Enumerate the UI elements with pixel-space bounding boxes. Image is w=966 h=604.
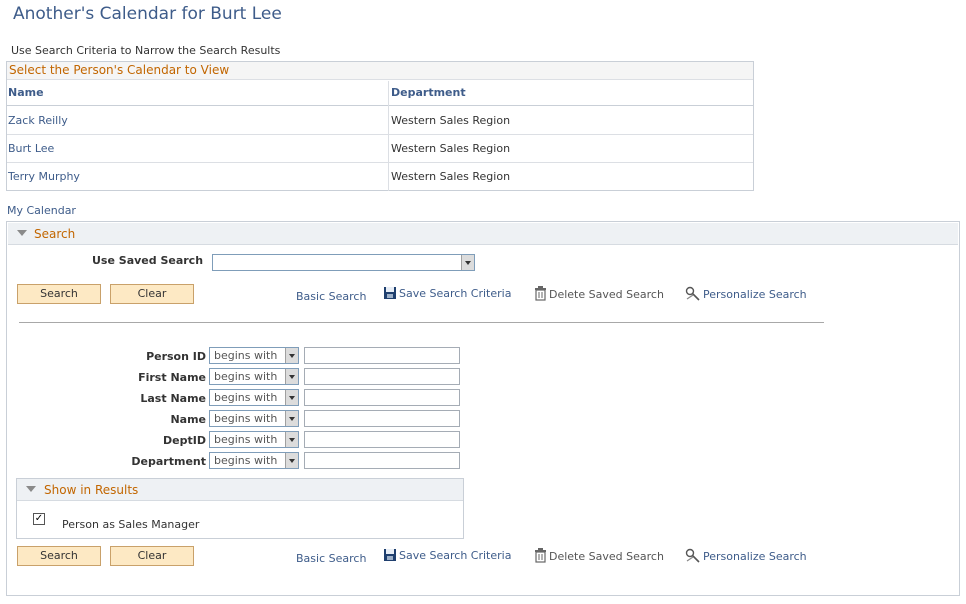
personalize-tools-icon [685,286,701,304]
chevron-down-icon[interactable] [285,411,298,426]
operator-value: begins with [214,349,278,362]
save-disk-icon [383,548,397,565]
sales-manager-label: Person as Sales Manager [62,518,200,531]
show-in-results-title[interactable]: Show in Results [44,483,138,497]
saved-search-label: Use Saved Search [92,254,204,267]
save-search-criteria-link[interactable]: Save Search Criteria [399,287,511,300]
person-link[interactable]: Terry Murphy [8,170,80,183]
criteria-label-person-id: Person ID [146,350,206,363]
grid-caption: Select the Person's Calendar to View [7,62,753,80]
personalize-search[interactable]: Personalize Search [685,286,807,304]
trash-icon [534,286,547,304]
criteria-label-name: Name [170,413,206,426]
chevron-down-icon[interactable] [285,432,298,447]
clear-button[interactable]: Clear [110,284,194,304]
first-name-input[interactable] [304,368,460,385]
collapse-triangle-icon[interactable] [26,486,36,492]
personalize-search-link[interactable]: Personalize Search [703,550,807,563]
save-search-criteria-bottom[interactable]: Save Search Criteria [383,548,511,565]
department-cell: Western Sales Region [391,114,511,127]
save-disk-icon [383,286,397,303]
operator-select-last-name[interactable]: begins with [209,389,299,406]
search-panel [6,221,960,596]
show-in-results-header[interactable]: Show in Results [17,479,463,501]
divider [19,322,824,323]
operator-select-first-name[interactable]: begins with [209,368,299,385]
delete-saved-search-link[interactable]: Delete Saved Search [549,288,664,301]
table-row: Burt Lee Western Sales Region [7,135,753,163]
search-button[interactable]: Search [17,284,101,304]
operator-value: begins with [214,391,278,404]
instructions-text: Use Search Criteria to Narrow the Search… [11,44,281,57]
operator-value: begins with [214,370,278,383]
department-cell: Western Sales Region [391,170,511,183]
operator-select-person-id[interactable]: begins with [209,347,299,364]
delete-saved-search-bottom[interactable]: Delete Saved Search [534,548,664,566]
page-title: Another's Calendar for Burt Lee [13,4,282,24]
deptid-input[interactable] [304,431,460,448]
basic-search-link[interactable]: Basic Search [296,290,366,303]
operator-select-name[interactable]: begins with [209,410,299,427]
personalize-tools-icon [685,548,701,566]
operator-value: begins with [214,412,278,425]
person-link[interactable]: Burt Lee [8,142,54,155]
chevron-down-icon[interactable] [285,390,298,405]
column-header-name[interactable]: Name [8,86,44,99]
criteria-label-deptid: DeptID [163,434,206,447]
basic-search-link-bottom[interactable]: Basic Search [296,552,366,565]
save-search-criteria-link[interactable]: Save Search Criteria [399,549,511,562]
my-calendar-link[interactable]: My Calendar [7,204,76,217]
person-id-input[interactable] [304,347,460,364]
last-name-input[interactable] [304,389,460,406]
delete-saved-search[interactable]: Delete Saved Search [534,286,664,304]
operator-value: begins with [214,454,278,467]
trash-icon [534,548,547,566]
search-button-bottom[interactable]: Search [17,546,101,566]
chevron-down-icon[interactable] [285,369,298,384]
delete-saved-search-link[interactable]: Delete Saved Search [549,550,664,563]
search-section-title[interactable]: Search [34,227,75,241]
department-input[interactable] [304,452,460,469]
chevron-down-icon[interactable] [285,348,298,363]
save-search-criteria[interactable]: Save Search Criteria [383,286,511,303]
sales-manager-checkbox[interactable]: ✓ [33,513,45,525]
personalize-search-bottom[interactable]: Personalize Search [685,548,807,566]
criteria-label-first-name: First Name [138,371,206,384]
person-link[interactable]: Zack Reilly [8,114,68,127]
table-row: Terry Murphy Western Sales Region [7,163,753,191]
chevron-down-icon[interactable] [461,255,474,270]
collapse-triangle-icon[interactable] [17,230,27,236]
grid-header-row: Name Department [7,81,753,106]
clear-button-bottom[interactable]: Clear [110,546,194,566]
operator-value: begins with [214,433,278,446]
chevron-down-icon[interactable] [285,453,298,468]
personalize-search-link[interactable]: Personalize Search [703,288,807,301]
operator-select-department[interactable]: begins with [209,452,299,469]
operator-select-deptid[interactable]: begins with [209,431,299,448]
column-header-department[interactable]: Department [391,86,466,99]
saved-search-dropdown[interactable] [212,254,475,271]
criteria-label-department: Department [131,455,206,468]
department-cell: Western Sales Region [391,142,511,155]
calendar-grid: Select the Person's Calendar to View Nam… [6,61,754,191]
table-row: Zack Reilly Western Sales Region [7,107,753,135]
name-input[interactable] [304,410,460,427]
criteria-label-last-name: Last Name [140,392,206,405]
search-section-header[interactable]: Search [8,223,958,245]
